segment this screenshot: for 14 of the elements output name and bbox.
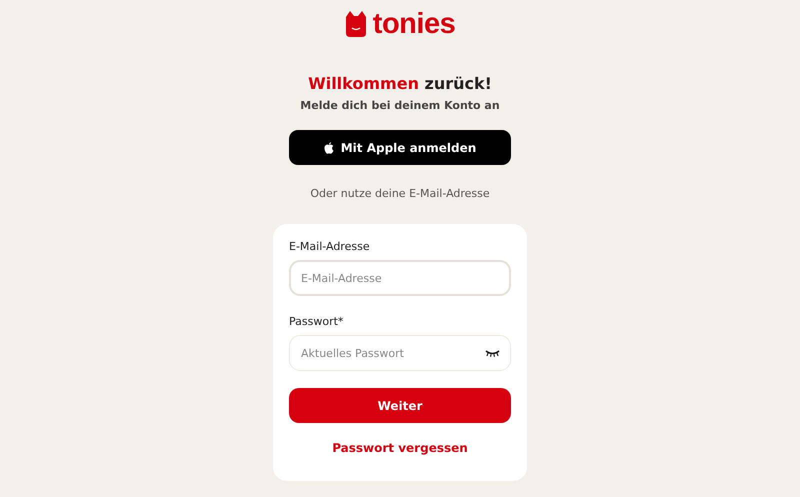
email-field[interactable]: E-Mail-Adresse [289, 260, 511, 296]
welcome-heading: Willkommen zurück! [308, 74, 492, 94]
field-label: E-Mail-Adresse [289, 240, 371, 254]
subtitle: Melde dich bei deinem Konto an [300, 99, 500, 113]
logo-icon [344, 11, 367, 37]
logo-text: tonies [372, 10, 456, 38]
password-field[interactable]: Aktuelles Passwort [289, 335, 511, 371]
apple-icon [324, 142, 334, 154]
forgot-password-link[interactable]: Passwort vergessen [332, 441, 468, 456]
continue-button[interactable]: Weiter [289, 388, 511, 423]
apple-sign-in-button[interactable]: Mit Apple anmelden [289, 130, 511, 165]
alternative-hint: Oder nutze deine E-Mail-Adresse [310, 187, 490, 201]
field-label: Passwort* [289, 315, 344, 329]
hide-password-icon[interactable] [485, 350, 500, 357]
